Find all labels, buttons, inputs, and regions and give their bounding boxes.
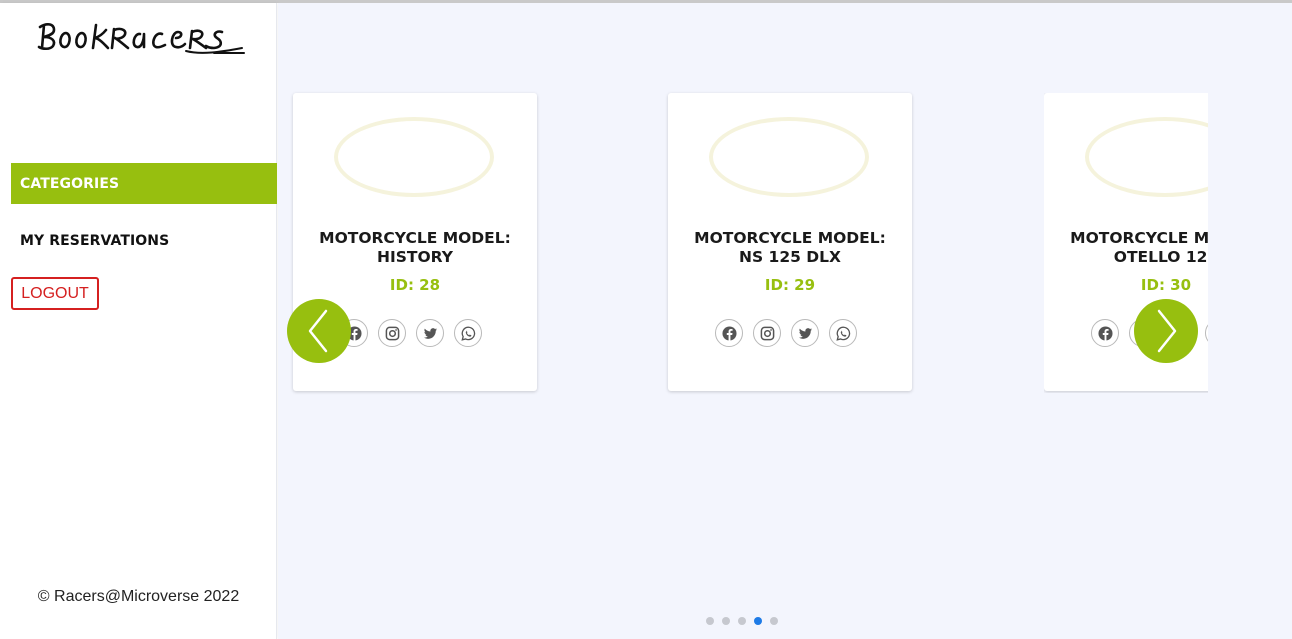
card-title-line2: HISTORY [377,248,453,266]
pagination-dot[interactable] [738,617,746,625]
logout-button[interactable]: LOGOUT [11,277,99,310]
card-id: ID: 30 [1140,276,1192,294]
twitter-icon[interactable] [791,319,819,347]
bookracers-logo[interactable] [36,17,246,61]
whatsapp-icon[interactable] [454,319,482,347]
pagination-dot[interactable] [770,617,778,625]
chevron-right-icon [1157,309,1177,353]
card-title-line2: OTELLO 125 [1113,248,1208,266]
facebook-icon[interactable] [715,319,743,347]
social-links [715,319,857,347]
card-title: MOTORCYCLE MODEL: NS 125 DLX [668,229,912,267]
motorcycle-image-placeholder [334,117,494,197]
card-title-line1: MOTORCYCLE MODEL: [319,229,511,247]
nav-categories[interactable]: CATEGORIES [11,163,277,204]
instagram-icon[interactable] [378,319,406,347]
main-content: MOTORCYCLE MODEL: HISTORY ID: 28 MOTORCY… [278,3,1292,639]
card-title-line1: MOTORCYCLE MODEL: [1070,229,1208,247]
card-title: MOTORCYCLE MODEL: OTELLO 125 [1044,229,1208,267]
copyright-footer: © Racers@Microverse 2022 [37,588,240,605]
twitter-icon[interactable] [416,319,444,347]
nav-categories-label: CATEGORIES [20,175,120,192]
pagination-dot[interactable] [706,617,714,625]
card-title-line2: NS 125 DLX [739,248,841,266]
carousel-next-button[interactable] [1134,299,1198,363]
motorcycle-image-placeholder [1085,117,1208,197]
sidebar: CATEGORIES MY RESERVATIONS LOGOUT © Race… [0,3,277,639]
carousel-pagination [706,617,778,625]
whatsapp-icon[interactable] [829,319,857,347]
instagram-icon[interactable] [753,319,781,347]
motorcycle-image-placeholder [709,117,869,197]
social-links [340,319,482,347]
carousel-prev-button[interactable] [287,299,351,363]
card-id: ID: 29 [764,276,816,294]
card-title: MOTORCYCLE MODEL: HISTORY [293,229,537,267]
card-title-line1: MOTORCYCLE MODEL: [694,229,886,247]
motorcycle-card[interactable]: MOTORCYCLE MODEL: NS 125 DLX ID: 29 [668,93,912,391]
whatsapp-icon[interactable] [1205,319,1208,347]
card-id: ID: 28 [389,276,441,294]
chevron-left-icon [308,309,328,353]
facebook-icon[interactable] [1091,319,1119,347]
pagination-dot-active[interactable] [754,617,762,625]
pagination-dot[interactable] [722,617,730,625]
logo-script-text [37,23,245,54]
nav-my-reservations[interactable]: MY RESERVATIONS [11,220,277,261]
nav-reservations-label: MY RESERVATIONS [20,232,170,249]
